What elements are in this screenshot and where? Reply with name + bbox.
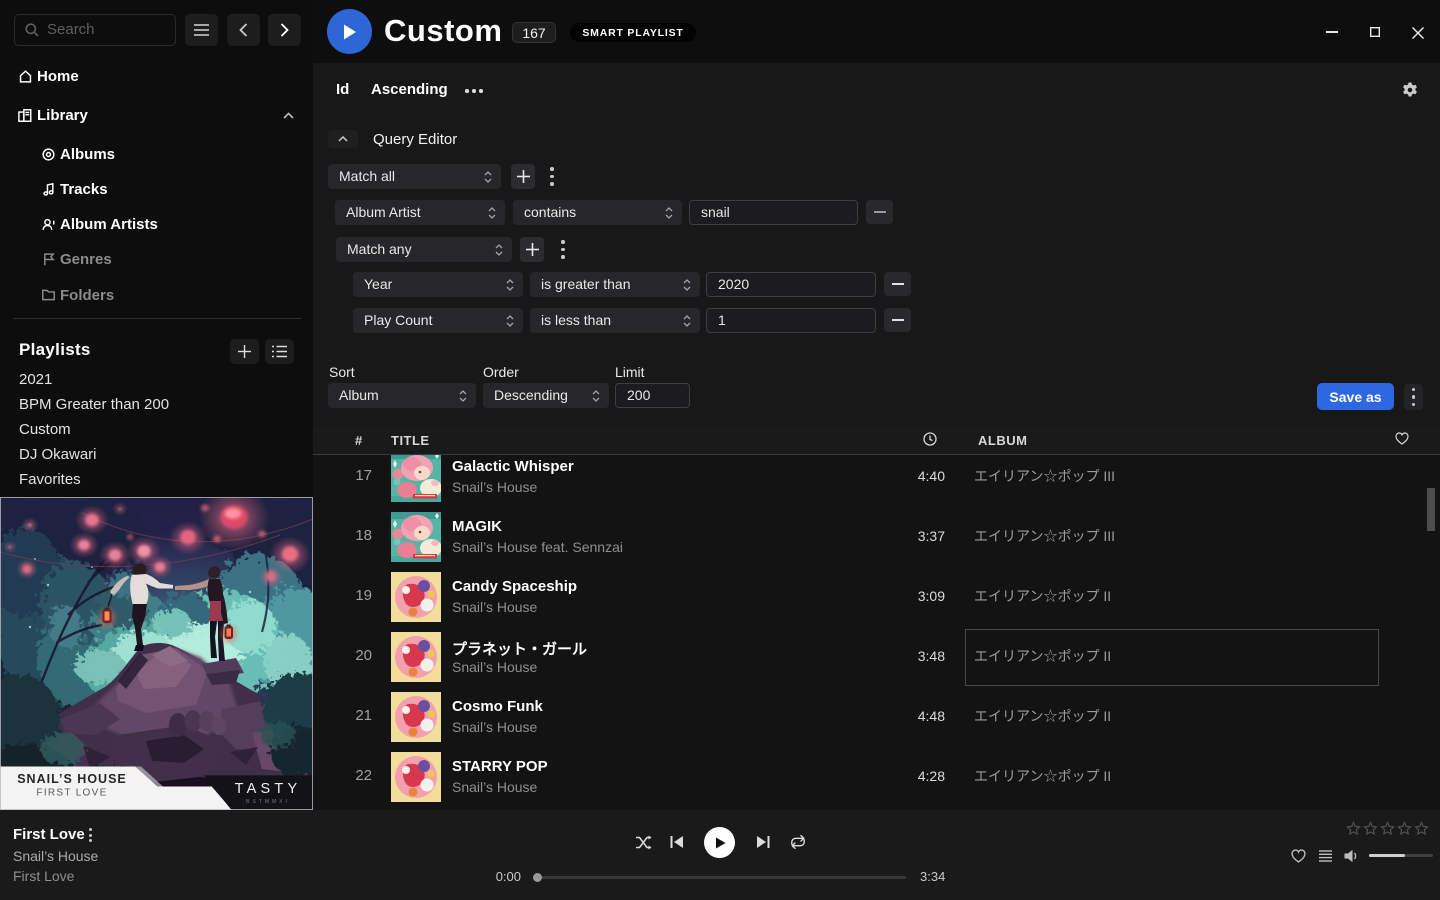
svg-text:SNAIL’S HOUSE: SNAIL’S HOUSE [17,772,127,786]
svg-text:FIRST LOVE: FIRST LOVE [36,788,107,799]
svg-text:BSTMMXI: BSTMMXI [246,799,290,805]
svg-text:TASTY: TASTY [235,781,302,797]
